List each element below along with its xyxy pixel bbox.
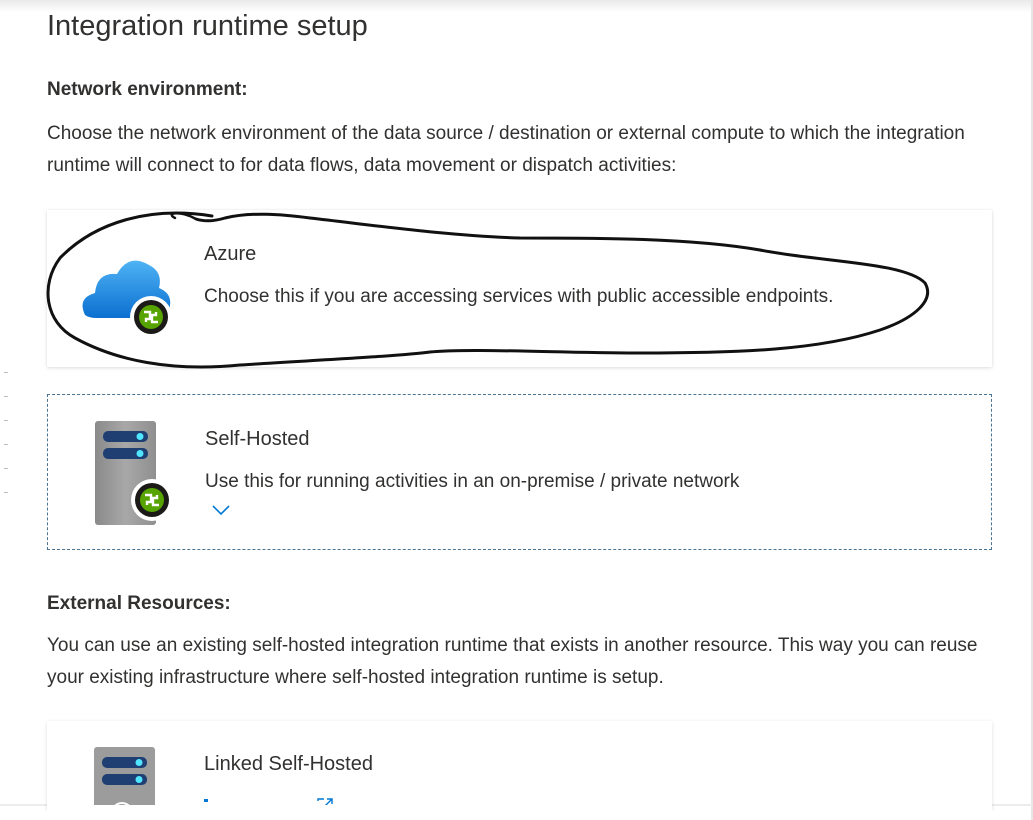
linked-learn-more-link[interactable] <box>204 791 344 805</box>
network-environment-heading: Network environment: <box>47 79 248 100</box>
server-icon <box>93 419 183 532</box>
external-resources-description: You can use an existing self-hosted inte… <box>47 635 978 688</box>
azure-cloud-icon <box>77 250 177 350</box>
server-icon <box>92 747 157 805</box>
option-description: Use this for running activities in an on… <box>205 471 740 492</box>
left-edge-marks <box>4 360 8 510</box>
page-title: Integration runtime setup <box>47 10 368 42</box>
option-description: Choose this if you are accessing service… <box>204 286 834 307</box>
option-card-linked-self-hosted[interactable]: Linked Self-Hosted <box>47 721 992 811</box>
external-resources-heading: External Resources: <box>47 593 231 614</box>
option-card-azure[interactable]: Azure Choose this if you are accessing s… <box>47 210 992 367</box>
option-title: Azure <box>204 243 257 265</box>
external-link-icon <box>317 795 333 805</box>
option-card-self-hosted[interactable]: Self-Hosted Use this for running activit… <box>47 394 992 550</box>
option-title: Linked Self-Hosted <box>204 753 373 775</box>
network-environment-description: Choose the network environment of the da… <box>47 123 965 176</box>
chevron-down-icon[interactable] <box>211 503 231 521</box>
option-title: Self-Hosted <box>205 428 310 450</box>
